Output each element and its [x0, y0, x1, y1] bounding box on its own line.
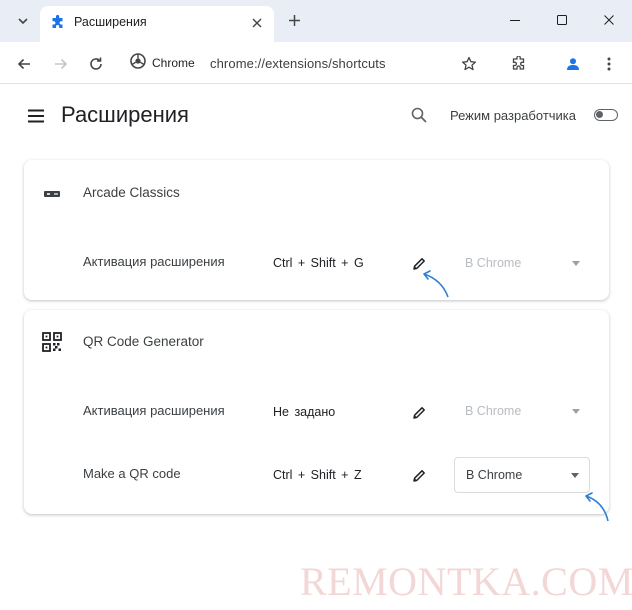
scope-select[interactable]: В Chrome — [454, 394, 590, 430]
address-bar[interactable]: chrome://extensions/shortcuts — [210, 56, 386, 71]
page-title: Расширения — [61, 102, 189, 127]
minimize-icon[interactable] — [502, 8, 528, 32]
command-label: Make a QR code — [83, 466, 181, 481]
developer-mode-toggle[interactable] — [594, 109, 618, 121]
dropdown-caret-icon — [572, 261, 580, 266]
search-icon[interactable] — [410, 106, 430, 126]
tab-search-chevron-icon[interactable] — [12, 10, 34, 32]
close-tab-icon[interactable] — [248, 14, 266, 32]
bookmark-star-icon[interactable] — [457, 52, 481, 76]
tab-extensions[interactable]: Расширения — [40, 6, 274, 42]
toggle-knob — [596, 111, 603, 118]
puzzle-icon — [50, 14, 66, 31]
scope-select[interactable]: В Chrome — [454, 246, 590, 282]
maximize-icon[interactable] — [549, 8, 575, 32]
shortcut-value: Ctrl + Shift + G — [273, 256, 364, 270]
shortcut-value: Ctrl + Shift + Z — [273, 468, 362, 482]
scope-select[interactable]: В Chrome — [454, 457, 590, 493]
site-info-chip[interactable]: Chrome — [130, 52, 195, 74]
extension-card-qr-code-generator: QR Code Generator Активация расширения Н… — [24, 310, 609, 514]
hamburger-menu-icon[interactable] — [26, 106, 46, 126]
title-bar: Расширения — [0, 0, 632, 42]
site-chip-label: Chrome — [152, 56, 195, 70]
annotation-arrow-icon — [423, 270, 449, 298]
scope-value: В Chrome — [466, 468, 523, 482]
browser-toolbar: Chrome chrome://extensions/shortcuts — [0, 42, 632, 84]
scope-value: В Chrome — [465, 256, 522, 270]
chrome-logo-icon — [130, 52, 146, 74]
dropdown-caret-icon — [572, 409, 580, 414]
forward-arrow-icon[interactable] — [49, 52, 73, 76]
extension-name: QR Code Generator — [83, 334, 204, 349]
watermark: REMONTKA.COM — [300, 559, 632, 604]
new-tab-plus-icon[interactable] — [284, 10, 304, 30]
command-label: Активация расширения — [83, 403, 225, 418]
tab-title: Расширения — [74, 15, 147, 29]
developer-mode-label: Режим разработчика — [450, 108, 577, 123]
qr-code-icon — [42, 332, 62, 352]
close-window-icon[interactable] — [596, 8, 622, 32]
edit-shortcut-pencil-icon[interactable] — [408, 465, 430, 487]
command-label: Активация расширения — [83, 254, 225, 269]
extension-name: Arcade Classics — [83, 185, 180, 200]
scope-value: В Chrome — [465, 404, 522, 418]
dropdown-caret-icon — [571, 473, 579, 478]
extension-card-arcade-classics: Arcade Classics Активация расширения Ctr… — [24, 160, 609, 300]
annotation-arrow-icon — [585, 492, 609, 522]
edit-shortcut-pencil-icon[interactable] — [408, 402, 430, 424]
gamepad-icon — [42, 184, 62, 204]
shortcut-value: Не задано — [273, 405, 336, 419]
reload-icon[interactable] — [84, 52, 108, 76]
profile-avatar-icon[interactable] — [561, 52, 585, 76]
more-menu-icon[interactable] — [597, 52, 621, 76]
back-arrow-icon[interactable] — [12, 52, 36, 76]
extensions-puzzle-icon[interactable] — [507, 52, 531, 76]
